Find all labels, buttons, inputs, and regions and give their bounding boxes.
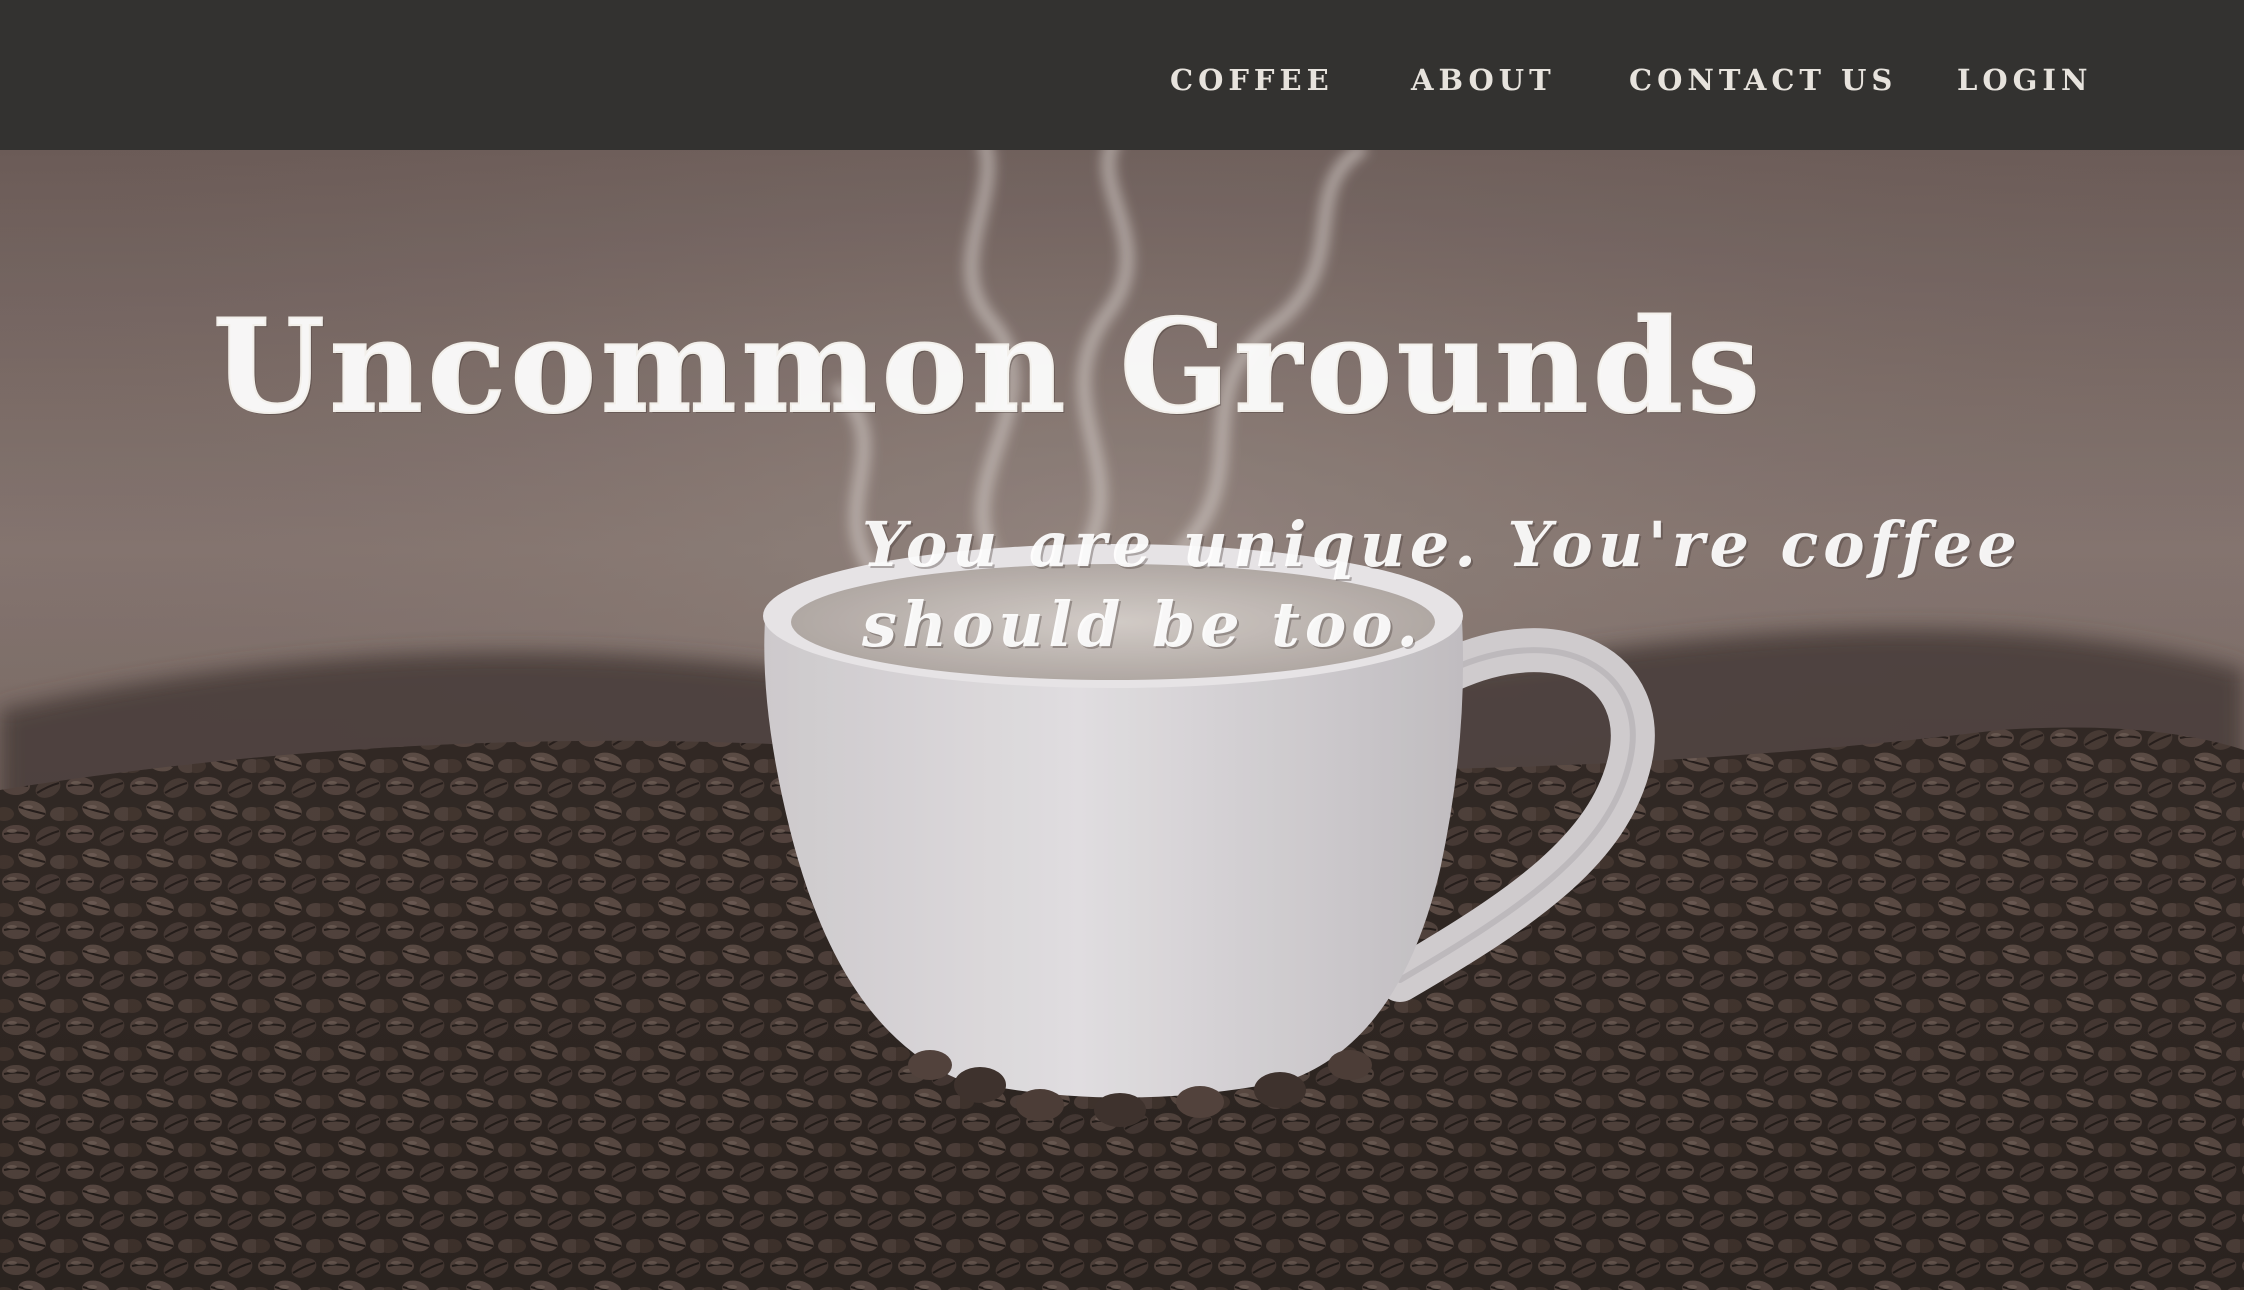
nav-item-login[interactable]: LOGIN <box>1957 60 2093 100</box>
nav-menu: COFFEE ABOUT CONTACT US LOGIN <box>0 0 2244 150</box>
hero-title: Uncommon Grounds <box>212 291 1765 443</box>
top-navbar: COFFEE ABOUT CONTACT US LOGIN <box>0 0 2244 150</box>
hero-section: Uncommon Grounds You are unique. You're … <box>0 150 2244 1290</box>
nav-item-contact-us[interactable]: CONTACT US <box>1629 60 1897 100</box>
page: COFFEE ABOUT CONTACT US LOGIN Uncommon G… <box>0 0 2244 1290</box>
hero-tagline: You are unique. You're coffee should be … <box>862 508 2022 661</box>
nav-item-coffee[interactable]: COFFEE <box>1170 60 1334 100</box>
nav-item-about[interactable]: ABOUT <box>1411 60 1556 100</box>
